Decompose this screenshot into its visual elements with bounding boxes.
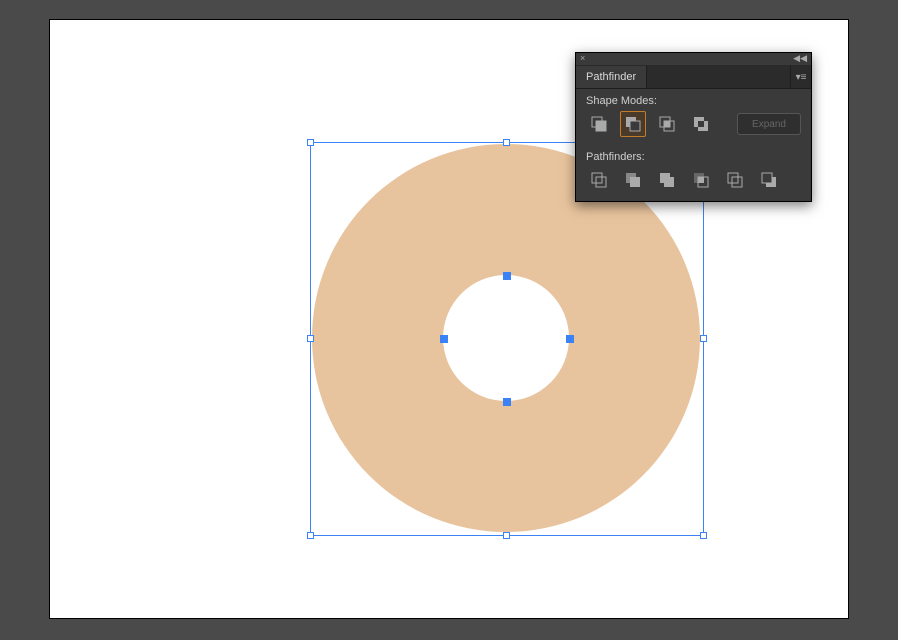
donut-shape[interactable]: [312, 144, 700, 532]
tab-empty-area: [647, 66, 790, 88]
minus-back-icon[interactable]: [756, 167, 782, 193]
resize-handle-bottom-left[interactable]: [307, 532, 314, 539]
panel-titlebar[interactable]: × ◀◀: [576, 53, 811, 66]
divide-icon[interactable]: [586, 167, 612, 193]
intersect-icon[interactable]: [654, 111, 680, 137]
expand-button[interactable]: Expand: [737, 113, 801, 135]
pathfinder-panel[interactable]: × ◀◀ Pathfinder ▾≡ Shape Modes: Expand P…: [575, 52, 812, 202]
resize-handle-middle-right[interactable]: [700, 335, 707, 342]
merge-icon[interactable]: [654, 167, 680, 193]
pathfinders-row: [576, 167, 811, 201]
shape-modes-row: Expand: [576, 111, 811, 145]
unite-icon[interactable]: [586, 111, 612, 137]
panel-menu-icon[interactable]: ▾≡: [790, 66, 811, 88]
collapse-icon[interactable]: ◀◀: [793, 53, 807, 64]
minus-front-icon[interactable]: [620, 111, 646, 137]
trim-icon[interactable]: [620, 167, 646, 193]
shape-modes-label: Shape Modes:: [576, 89, 811, 111]
resize-handle-bottom-right[interactable]: [700, 532, 707, 539]
exclude-icon[interactable]: [688, 111, 714, 137]
crop-icon[interactable]: [688, 167, 714, 193]
pathfinders-label: Pathfinders:: [576, 145, 811, 167]
close-icon[interactable]: ×: [580, 53, 585, 63]
outline-icon[interactable]: [722, 167, 748, 193]
donut-inner-hole: [443, 275, 569, 401]
tab-pathfinder[interactable]: Pathfinder: [576, 66, 647, 88]
panel-tab-row: Pathfinder ▾≡: [576, 66, 811, 89]
resize-handle-bottom-middle[interactable]: [503, 532, 510, 539]
